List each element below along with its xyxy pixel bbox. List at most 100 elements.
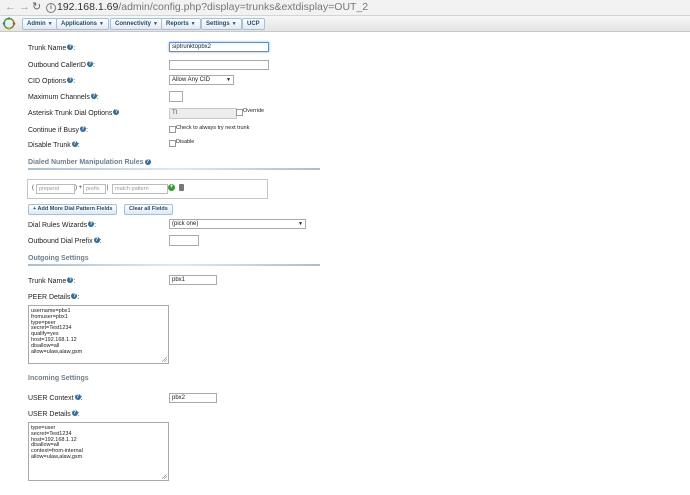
forward-arrow-icon[interactable]: → <box>19 1 30 13</box>
max-channels-label-text: Maximum Channels <box>28 94 90 101</box>
dial-rules-wizards-select[interactable]: (pick one) ▼ <box>169 219 306 229</box>
user-details-textarea[interactable]: type=user secret=Test1234 host=192.168.1… <box>28 422 169 481</box>
prefix-input[interactable]: prefix <box>83 184 106 194</box>
dialed-rules-heading: Dialed Number Manipulation Rules? <box>28 159 151 166</box>
help-icon[interactable]: ? <box>71 293 78 299</box>
menu-admin[interactable]: Admin ▼ <box>22 18 58 30</box>
help-icon[interactable]: ? <box>74 394 81 400</box>
trash-icon[interactable] <box>179 184 184 191</box>
help-icon[interactable]: ? <box>113 109 120 115</box>
outgoing-settings-heading: Outgoing Settings <box>28 255 89 262</box>
help-icon[interactable]: ? <box>88 221 95 227</box>
dial-rules-wizards-label-text: Dial Rules Wizards <box>28 222 88 229</box>
dial-options-input[interactable]: Tt <box>169 108 237 119</box>
override-checkbox[interactable] <box>236 109 243 116</box>
menu-reports[interactable]: Reports ▼ <box>161 18 201 30</box>
outbound-dial-prefix-label: Outbound Dial Prefix?: <box>28 237 102 245</box>
section-divider <box>28 264 320 266</box>
close-paren-plus: ) + <box>75 185 83 191</box>
help-icon[interactable]: ? <box>67 77 74 83</box>
peer-details-textarea[interactable]: username=pbx1 fromuser=pbx1 type=peer se… <box>28 305 169 364</box>
outgoing-trunk-name-label: Trunk Name?: <box>28 277 76 285</box>
outgoing-trunk-name-input[interactable]: pbx1 <box>169 275 217 285</box>
user-details-label: USER Details?: <box>28 410 80 418</box>
help-icon[interactable]: ? <box>71 410 78 416</box>
section-divider <box>28 168 320 170</box>
peer-details-label-text: PEER Details <box>28 294 71 301</box>
outbound-dial-prefix-input[interactable] <box>169 235 199 246</box>
incoming-settings-heading: Incoming Settings <box>28 375 89 382</box>
continue-busy-check-label: Check to always try next trunk <box>176 125 250 131</box>
trunk-name-input[interactable]: siptrunktopbx2 <box>169 42 269 52</box>
cid-options-label-text: CID Options <box>28 78 67 85</box>
cid-options-value: Allow Any CID <box>172 77 211 83</box>
open-paren: ( <box>32 185 34 191</box>
override-label: Override <box>243 108 265 114</box>
clear-all-fields-button[interactable]: Clear all Fields <box>124 204 173 215</box>
user-context-label: USER Context?: <box>28 394 83 402</box>
menu-connectivity[interactable]: Connectivity ▼ <box>110 18 163 30</box>
dialed-rules-title: Dialed Number Manipulation Rules <box>28 159 144 166</box>
menu-applications[interactable]: Applications ▼ <box>56 18 109 30</box>
help-icon[interactable]: ? <box>144 159 151 165</box>
help-icon[interactable]: ? <box>86 61 93 67</box>
menu-reports-label: Reports <box>166 21 189 27</box>
menu-ucp[interactable]: UCP <box>242 18 265 30</box>
max-channels-input[interactable] <box>169 91 183 102</box>
disable-trunk-check-label: Disable <box>176 139 195 145</box>
dial-rules-wizards-value: (pick one) <box>172 221 199 227</box>
dial-pattern-row: ( prepend ) + prefix | match pattern + <box>27 179 268 199</box>
cid-options-label: CID Options?: <box>28 77 76 85</box>
pipe-separator: | <box>107 185 109 191</box>
max-channels-label: Maximum Channels?: <box>28 93 99 101</box>
help-icon[interactable]: ? <box>79 126 86 132</box>
menu-connectivity-label: Connectivity <box>115 21 152 27</box>
user-detail-line: allow=ulaw,alaw,gsm <box>31 453 83 460</box>
chevron-down-icon: ▼ <box>190 21 196 27</box>
reload-icon[interactable]: ↻ <box>32 1 41 13</box>
menu-settings[interactable]: Settings ▼ <box>201 18 242 30</box>
chevron-down-icon: ▼ <box>47 21 53 27</box>
chevron-down-icon: ▼ <box>231 21 237 27</box>
continue-busy-label: Continue if Busy?: <box>28 126 88 134</box>
help-icon[interactable]: ? <box>71 141 78 147</box>
menu-applications-label: Applications <box>61 21 98 27</box>
cid-options-select[interactable]: Allow Any CID ▼ <box>169 75 234 85</box>
chevron-down-icon: ▼ <box>153 21 158 27</box>
outbound-callerid-label-text: Outbound CallerID <box>28 62 86 69</box>
outgoing-trunk-name-label-text: Trunk Name <box>28 278 67 285</box>
url-host: 192.168.1.69 <box>57 1 119 13</box>
prepend-input[interactable]: prepend <box>36 184 75 194</box>
disable-trunk-checkbox[interactable] <box>169 140 176 147</box>
user-context-input[interactable]: pbx2 <box>169 393 217 403</box>
disable-trunk-label: Disable Trunk?: <box>28 141 80 149</box>
menu-ucp-label: UCP <box>247 21 260 27</box>
user-context-label-text: USER Context <box>28 395 74 402</box>
dial-options-label: Asterisk Trunk Dial Options? <box>28 109 120 118</box>
url-path: /admin/config.php?display=trunks&extdisp… <box>118 1 369 13</box>
user-details-label-text: USER Details <box>28 411 71 418</box>
help-icon[interactable]: ? <box>93 237 100 243</box>
menu-admin-label: Admin <box>27 21 46 27</box>
freepbx-logo[interactable] <box>2 17 16 30</box>
resize-grip-icon[interactable] <box>162 474 167 479</box>
help-icon[interactable]: ? <box>67 44 74 50</box>
address-bar[interactable]: 192.168.1.69/admin/config.php?display=tr… <box>57 2 368 13</box>
info-icon[interactable]: i <box>46 3 56 13</box>
add-icon[interactable]: + <box>168 184 175 191</box>
back-arrow-icon[interactable]: ← <box>5 1 16 13</box>
peer-details-label: PEER Details?: <box>28 293 80 301</box>
help-icon[interactable]: ? <box>90 93 97 99</box>
dial-rules-wizards-label: Dial Rules Wizards?: <box>28 221 97 229</box>
resize-grip-icon[interactable] <box>162 357 167 362</box>
trunk-name-label: Trunk Name?: <box>28 44 76 52</box>
outbound-callerid-input[interactable] <box>169 60 269 70</box>
add-more-dial-pattern-button[interactable]: + Add More Dial Pattern Fields <box>28 204 118 215</box>
match-pattern-input[interactable]: match pattern <box>112 184 168 194</box>
chevron-down-icon: ▼ <box>298 221 303 227</box>
trunk-name-label-text: Trunk Name <box>28 45 67 52</box>
continue-busy-checkbox[interactable] <box>169 126 176 133</box>
help-icon[interactable]: ? <box>67 277 74 283</box>
disable-trunk-label-text: Disable Trunk <box>28 142 71 149</box>
dial-options-label-text: Asterisk Trunk Dial Options <box>28 110 113 117</box>
